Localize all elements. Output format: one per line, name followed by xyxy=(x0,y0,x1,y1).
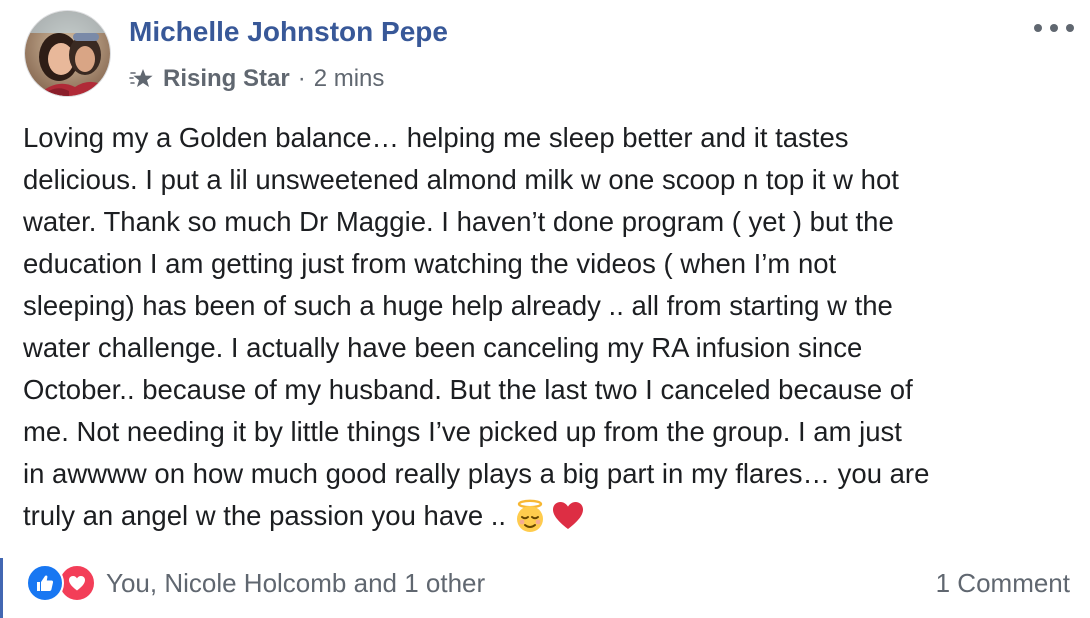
post-line: water challenge. I actually have been ca… xyxy=(23,332,863,363)
dot-icon xyxy=(1050,24,1058,32)
like-reaction-icon xyxy=(26,564,64,602)
post-line: Loving my a Golden balance… helping me s… xyxy=(23,122,849,153)
red-heart-icon xyxy=(553,501,584,529)
post-last-line: truly an angel w the passion you have .. xyxy=(23,495,1073,537)
author-avatar[interactable] xyxy=(24,10,111,97)
dot-icon xyxy=(1034,24,1042,32)
reaction-names[interactable]: You, Nicole Holcomb and 1 other xyxy=(106,568,485,599)
post-line: sleeping) has been of such a huge help a… xyxy=(23,290,893,321)
relieved-halo-face-icon xyxy=(517,499,544,532)
member-badge[interactable]: Rising Star xyxy=(163,65,290,93)
dot-icon xyxy=(1066,24,1074,32)
post-line: October.. because of my husband. But the… xyxy=(23,374,913,405)
post-footer: You, Nicole Holcomb and 1 other 1 Commen… xyxy=(0,558,1090,608)
post-card: Michelle Johnston Pepe Rising Star · 2 m… xyxy=(0,0,1090,618)
post-line: education I am getting just from watchin… xyxy=(23,248,837,279)
post-line: delicious. I put a lil unsweetened almon… xyxy=(23,164,899,195)
meta-separator: · xyxy=(297,65,306,92)
post-line: me. Not needing it by little things I’ve… xyxy=(23,416,902,447)
post-timestamp[interactable]: 2 mins xyxy=(314,65,385,93)
post-line: in awwww on how much good really plays a… xyxy=(23,458,930,489)
more-options-button[interactable] xyxy=(1034,14,1074,42)
post-body: Loving my a Golden balance… helping me s… xyxy=(23,117,1073,537)
comment-count-link[interactable]: 1 Comment xyxy=(936,564,1070,602)
post-meta: Rising Star · 2 mins xyxy=(129,62,384,96)
post-line: water. Thank so much Dr Maggie. I haven’… xyxy=(23,206,894,237)
reactions-summary[interactable]: You, Nicole Holcomb and 1 other xyxy=(26,564,485,602)
post-line: truly an angel w the passion you have .. xyxy=(23,500,507,531)
rising-star-icon xyxy=(129,65,157,93)
avatar-photo xyxy=(25,11,110,96)
author-name-link[interactable]: Michelle Johnston Pepe xyxy=(129,16,448,48)
emoji-group xyxy=(512,498,586,534)
